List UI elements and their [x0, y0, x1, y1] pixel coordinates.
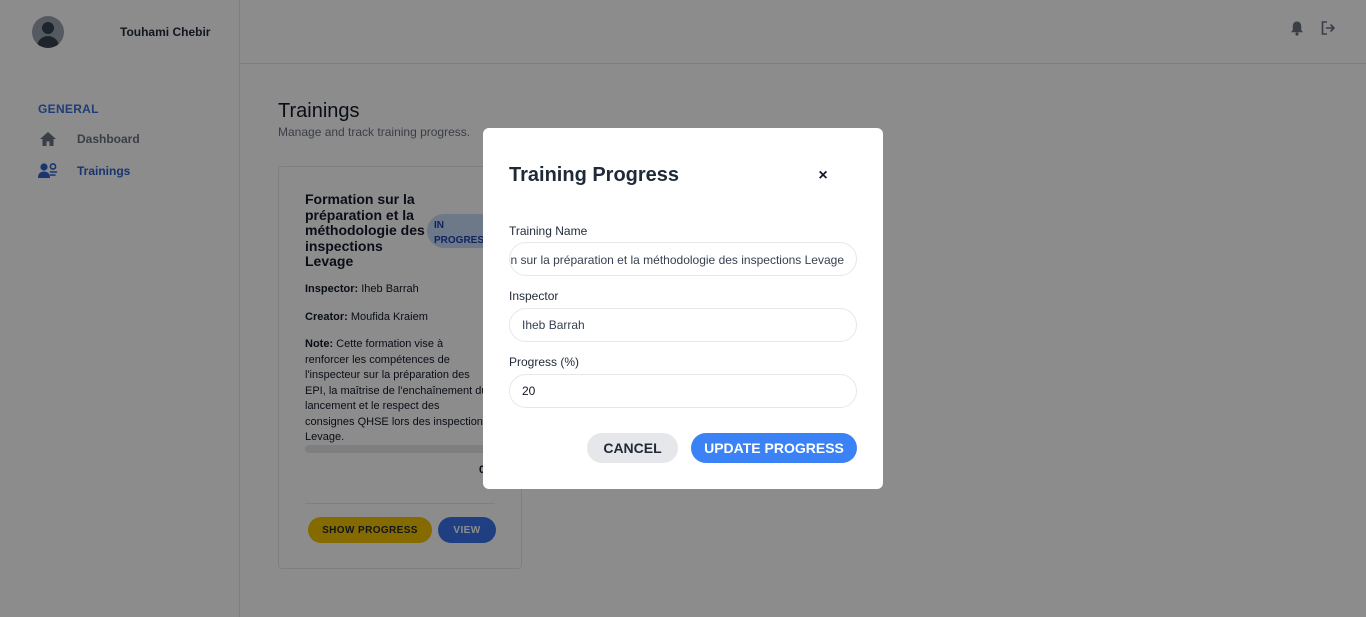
progress-input[interactable] — [509, 374, 857, 408]
training-progress-modal: Training Progress × Training Name Format… — [483, 128, 883, 489]
training-name-input[interactable]: Formation sur la préparation et la métho… — [509, 242, 857, 276]
inspector-field-label: Inspector — [509, 289, 559, 303]
cancel-button[interactable]: CANCEL — [587, 433, 678, 463]
inspector-input[interactable] — [509, 308, 857, 342]
update-progress-button[interactable]: UPDATE PROGRESS — [691, 433, 857, 463]
close-icon[interactable]: × — [815, 166, 831, 186]
progress-field-label: Progress (%) — [509, 355, 580, 369]
modal-title: Training Progress — [509, 164, 680, 186]
training-name-label: Training Name — [509, 224, 588, 238]
training-name-value: Formation sur la préparation et la métho… — [510, 253, 844, 267]
